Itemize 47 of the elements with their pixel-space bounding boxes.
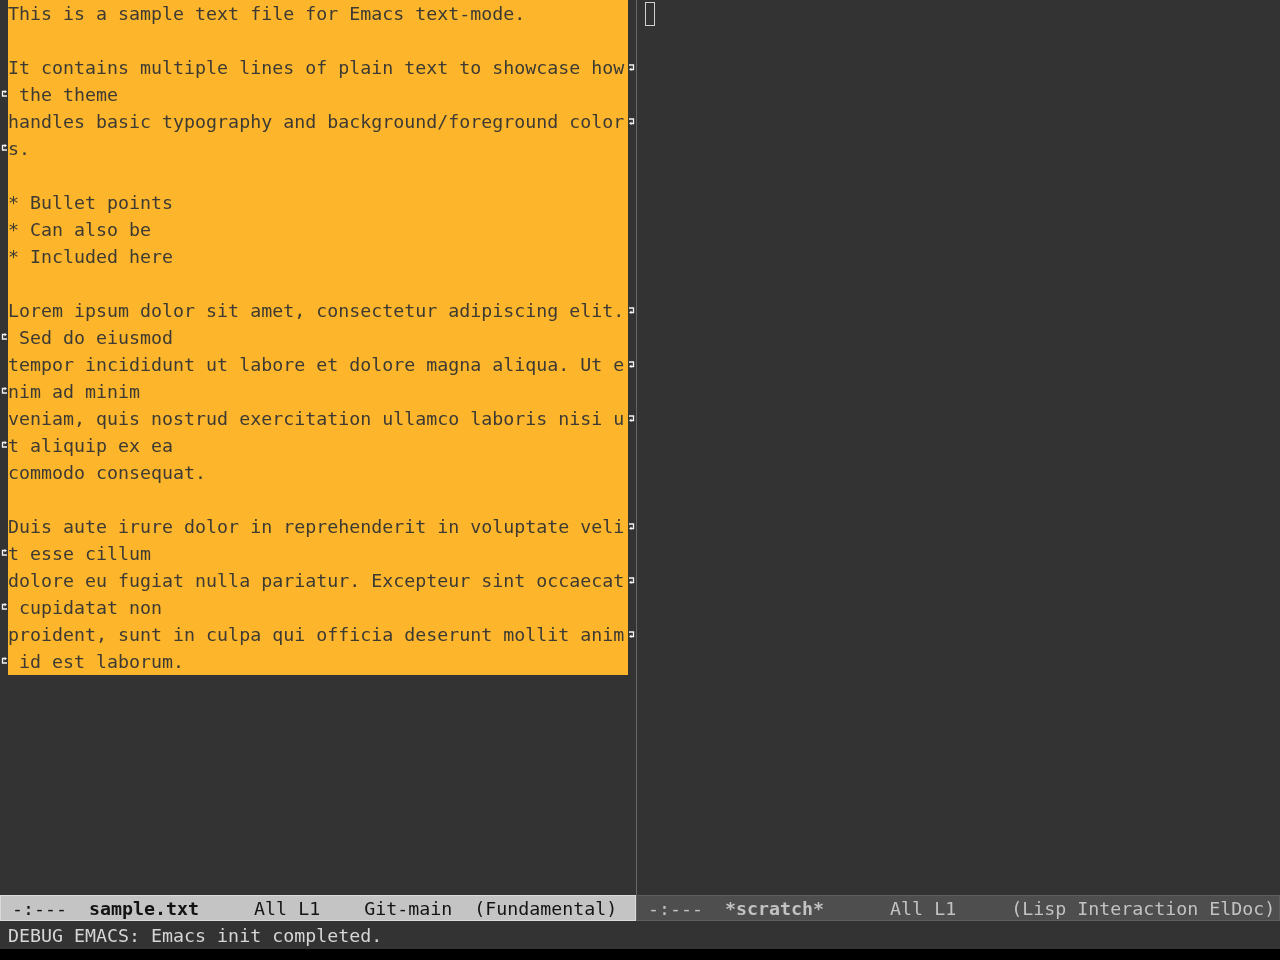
text-line: nim ad minim [8, 381, 141, 402]
continuation-arrow-icon [1, 144, 7, 151]
echo-message: DEBUG EMACS: Emacs init completed. [8, 924, 383, 946]
text-line: Sed do eiusmod [18, 327, 174, 348]
continuation-arrow-icon [1, 333, 7, 340]
text-line: cupidatat non [18, 597, 163, 618]
text-line: * Can also be [8, 219, 152, 240]
buffer-name: *scratch* [725, 897, 825, 919]
continuation-arrow-icon [1, 90, 7, 97]
wrap-arrow-icon [629, 307, 635, 314]
text-line: * Bullet points [8, 192, 174, 213]
text-line: proident, sunt in culpa qui officia deserunt mollit anim [8, 624, 625, 645]
continuation-arrow-icon [1, 549, 7, 556]
modified-flags: -:--- [648, 897, 704, 919]
cursor-position: All L1 [254, 897, 321, 919]
buffer-name: sample.txt [89, 897, 200, 919]
continuation-arrow-icon [1, 603, 7, 610]
text-line: t aliquip ex ea [8, 435, 174, 456]
text-line: This is a sample text file for Emacs text-mode. [8, 3, 526, 24]
text-line: id est laborum. [18, 651, 185, 672]
modified-flags: -:--- [12, 897, 68, 919]
text-line: commodo consequat. [8, 462, 207, 483]
continuation-arrow-icon [1, 657, 7, 664]
text-line: veniam, quis nostrud exercitation ullamco laboris nisi u [8, 408, 625, 429]
cursor-position: All L1 [890, 897, 957, 919]
text-line: It contains multiple lines of plain text to showcase how [8, 57, 625, 78]
text-line: handles basic typography and background/foreground color [8, 111, 625, 132]
text-line: tempor incididunt ut labore et dolore magna aliqua. Ut e [8, 354, 625, 375]
wrap-arrow-icon [629, 577, 635, 584]
wrap-arrow-icon [629, 361, 635, 368]
text-line: the theme [18, 84, 119, 105]
wrap-arrow-icon [629, 631, 635, 638]
vc-branch: Git-main [364, 897, 453, 919]
text-line: t esse cillum [8, 543, 152, 564]
text-line: Lorem ipsum dolor sit amet, consectetur adipiscing elit. [8, 300, 625, 321]
wrap-arrow-icon [629, 415, 635, 422]
text-line: * Included here [8, 246, 174, 267]
major-mode: (Fundamental) [474, 897, 618, 919]
continuation-arrow-icon [1, 441, 7, 448]
wrap-arrow-icon [629, 64, 635, 71]
major-mode: (Lisp Interaction ElDoc) [1011, 897, 1276, 919]
text-line: s. [8, 138, 30, 159]
text-line: Duis aute irure dolor in reprehenderit in voluptate veli [8, 516, 625, 537]
wrap-arrow-icon [629, 118, 635, 125]
wrap-arrow-icon [629, 523, 635, 530]
text-line: dolore eu fugiat nulla pariatur. Excepteur sint occaecat [8, 570, 625, 591]
continuation-arrow-icon [1, 387, 7, 394]
